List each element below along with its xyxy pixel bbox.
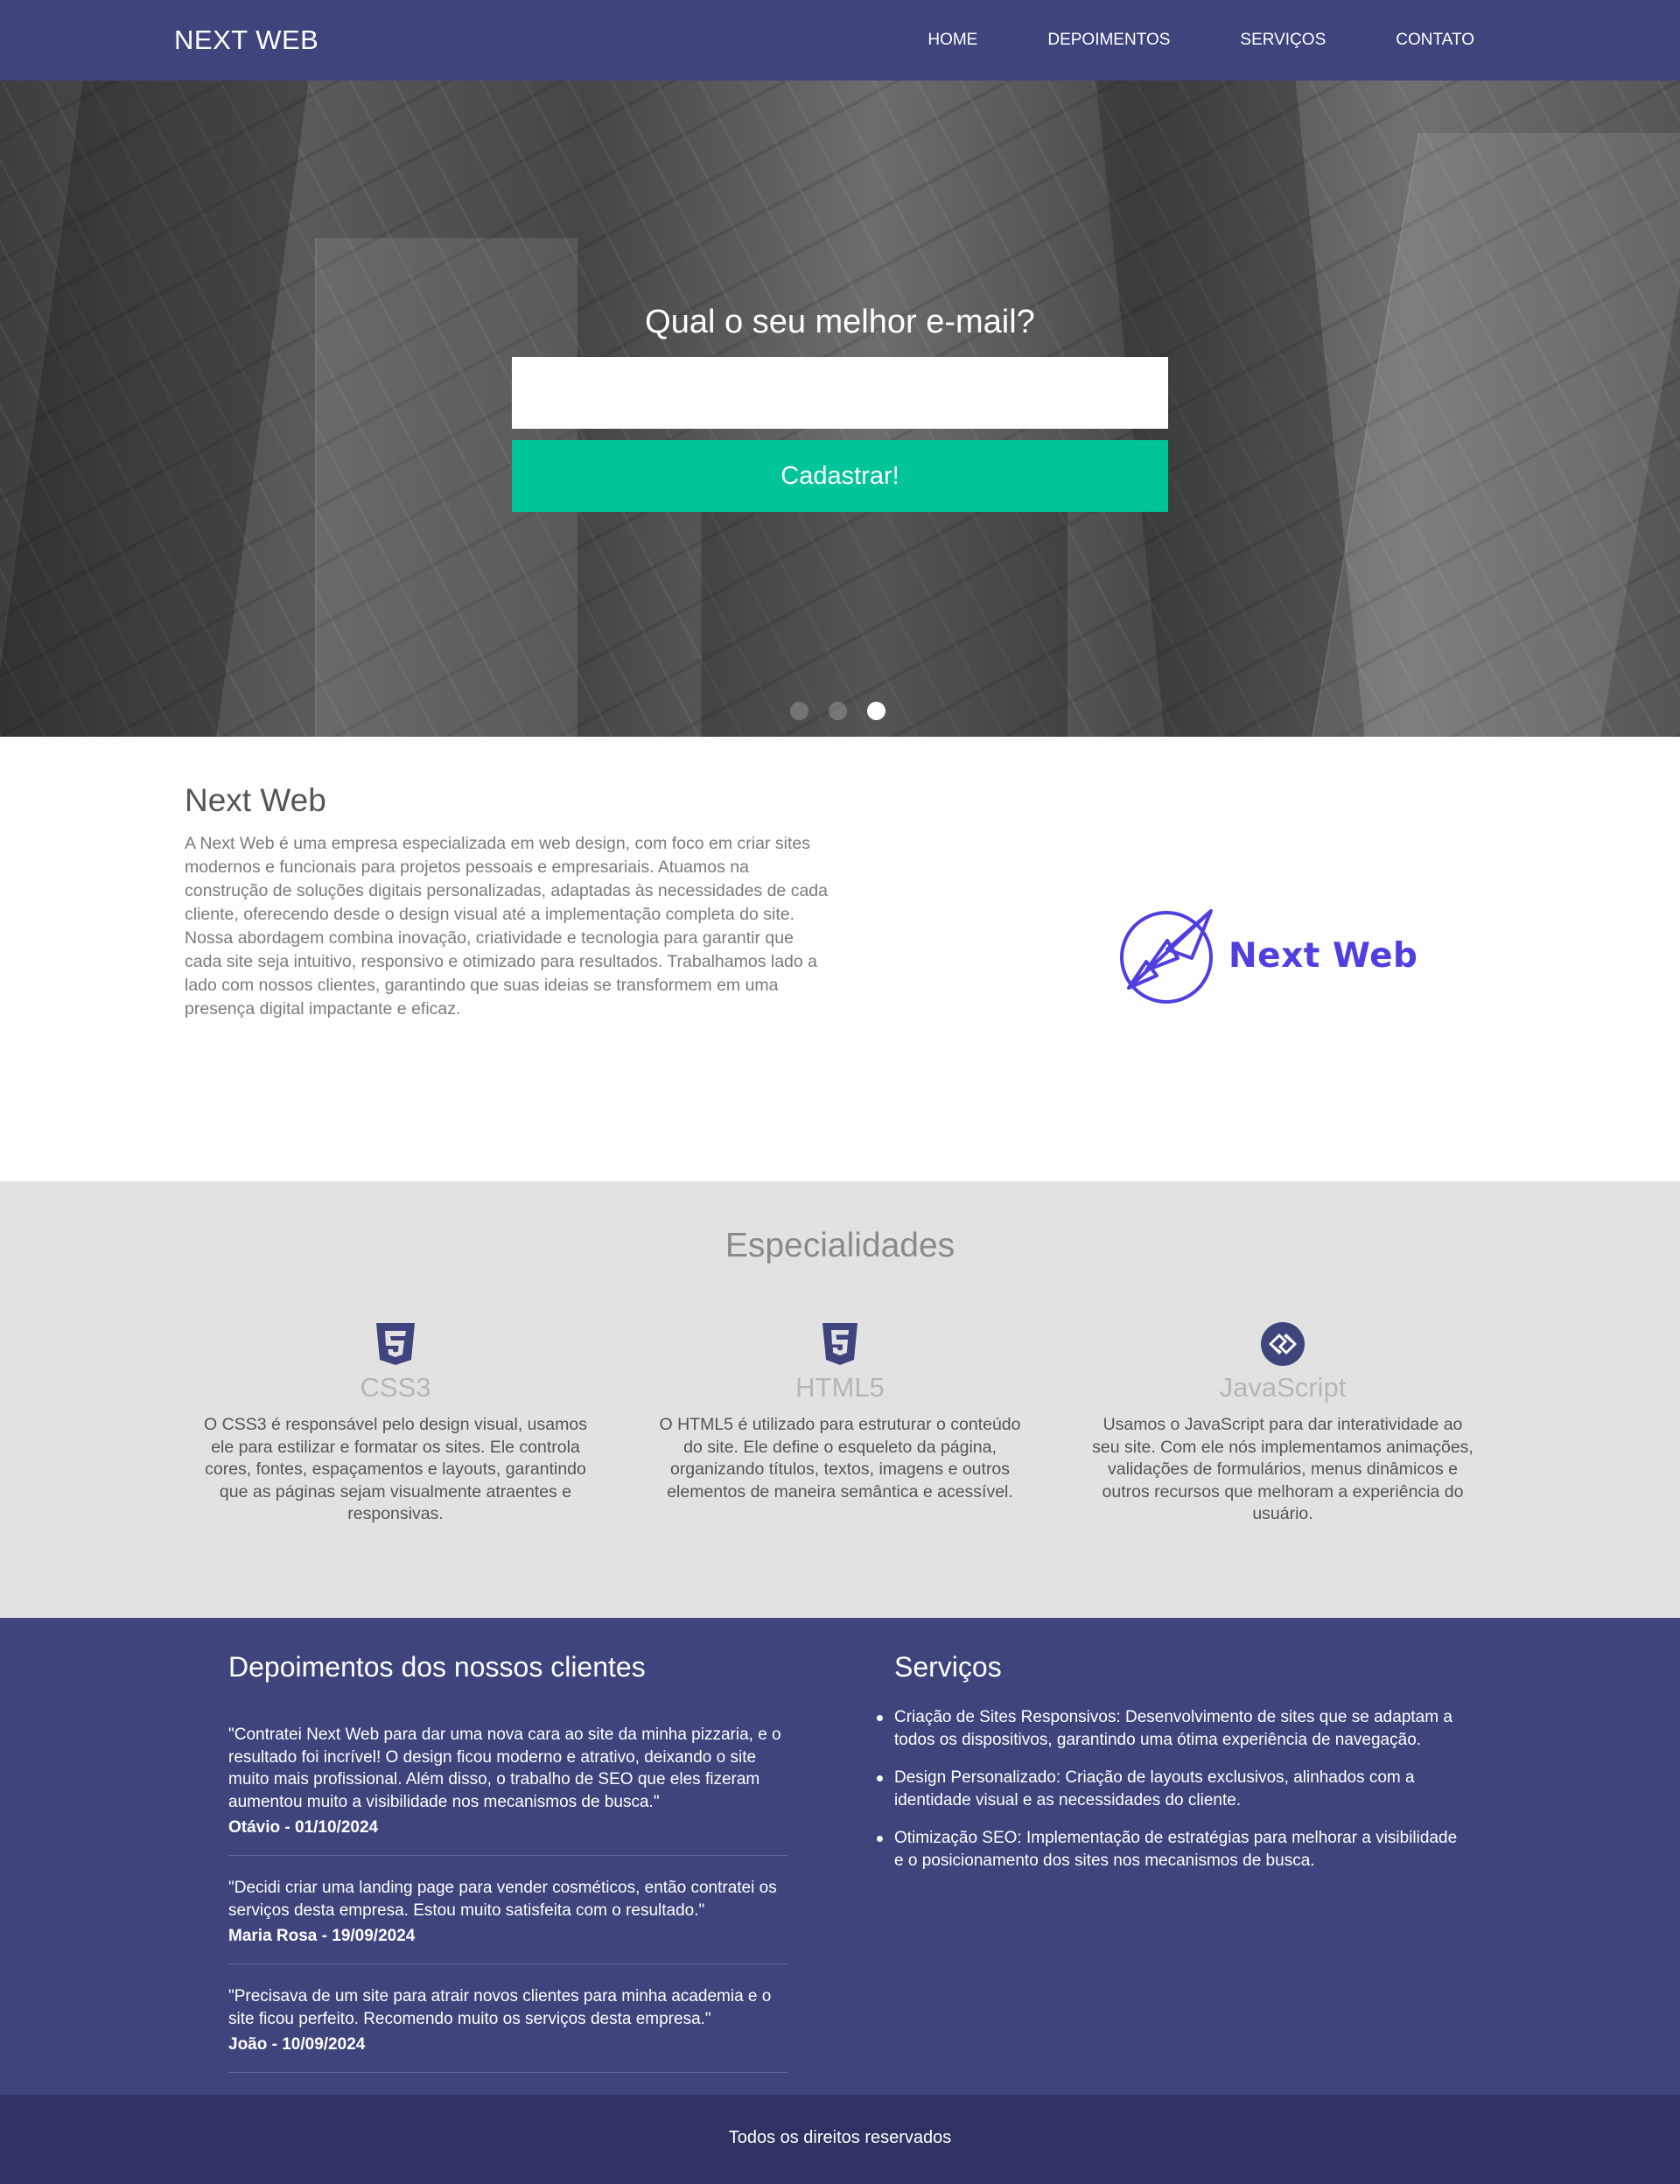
specialty-name: JavaScript	[1219, 1372, 1347, 1403]
bullet-icon	[877, 1715, 883, 1721]
navbar: NEXT WEB HOME DEPOIMENTOS SERVIÇOS CONTA…	[0, 0, 1680, 80]
testimonial-quote: "Contratei Next Web para dar uma nova ca…	[228, 1726, 781, 1811]
background-building	[0, 80, 309, 737]
testimonials-title: Depoimentos dos nossos clientes	[228, 1651, 646, 1683]
company-logo: Next Web	[1120, 907, 1418, 1004]
service-item: Design Personalizado: Criação de layouts…	[877, 1767, 1463, 1811]
css3-icon	[376, 1323, 415, 1365]
paper-arrows-logo-icon	[1120, 909, 1213, 1004]
carousel-dot-3[interactable]	[867, 702, 886, 720]
testimonial-quote: "Precisava de um site para atrair novos …	[228, 1987, 772, 2028]
specialty-card-javascript: JavaScript Usamos o JavaScript para dar …	[1090, 1321, 1475, 1526]
bullet-icon	[877, 1775, 883, 1782]
javascript-icon	[1261, 1322, 1305, 1366]
signup-title: Qual o seu melhor e-mail?	[645, 304, 1035, 340]
testimonial-author: João - 10/09/2024	[228, 2035, 366, 2054]
email-input[interactable]	[512, 357, 1168, 429]
testimonial-quote: "Decidi criar uma landing page para vend…	[228, 1879, 777, 1920]
copyright-text: Todos os direitos reservados	[728, 2128, 952, 2147]
testimonials-services-section: Depoimentos dos nossos clientes "Contrat…	[0, 1618, 1680, 2095]
testimonial-item: "Precisava de um site para atrair novos …	[228, 1964, 788, 2073]
signup-button[interactable]: Cadastrar!	[512, 440, 1168, 512]
testimonial-item: "Contratei Next Web para dar uma nova ca…	[228, 1703, 788, 1856]
specialty-name: HTML5	[795, 1372, 885, 1403]
signup-form: Qual o seu melhor e-mail? Cadastrar!	[512, 304, 1168, 512]
service-text: Criação de Sites Responsivos: Desenvolvi…	[894, 1708, 1452, 1749]
specialties-section: Especialidades CSS3 O CSS3 é responsável…	[0, 1181, 1680, 1618]
services-list: Criação de Sites Responsivos: Desenvolvi…	[877, 1706, 1463, 1872]
nav-link-servicos[interactable]: SERVIÇOS	[1240, 31, 1326, 50]
brand-logo[interactable]: NEXT WEB	[174, 24, 318, 56]
service-text: Otimização SEO: Implementação de estraté…	[894, 1829, 1458, 1870]
services-column: Serviços Criação de Sites Responsivos: D…	[877, 1651, 1463, 1887]
logo-text: Next Web	[1228, 935, 1418, 976]
about-text: A Next Web é uma empresa especializada e…	[185, 834, 828, 1018]
carousel-indicators	[790, 702, 906, 720]
services-title: Serviços	[894, 1651, 1002, 1683]
about-section: Next Web A Next Web é uma empresa especi…	[0, 737, 1680, 1181]
testimonial-author: Maria Rosa - 19/09/2024	[228, 1927, 416, 1945]
specialty-description: O CSS3 é responsável pelo design visual,…	[204, 1415, 587, 1523]
about-title: Next Web	[185, 782, 326, 818]
footer: Todos os direitos reservados	[0, 2095, 1680, 2184]
nav-link-contato[interactable]: CONTATO	[1396, 31, 1474, 50]
hero-carousel: Qual o seu melhor e-mail? Cadastrar!	[0, 80, 1680, 737]
carousel-dot-2[interactable]	[829, 702, 847, 720]
testimonial-item: "Decidi criar uma landing page para vend…	[228, 1856, 788, 1964]
bullet-icon	[877, 1836, 883, 1842]
background-building	[1312, 133, 1680, 737]
specialty-card-css3: CSS3 O CSS3 é responsável pelo design vi…	[203, 1321, 588, 1526]
testimonial-author: Otávio - 01/10/2024	[228, 1818, 379, 1837]
service-text: Design Personalizado: Criação de layouts…	[894, 1768, 1415, 1810]
carousel-dot-1[interactable]	[790, 702, 808, 720]
testimonials-column: Depoimentos dos nossos clientes "Contrat…	[228, 1651, 788, 2073]
nav-links: HOME DEPOIMENTOS SERVIÇOS CONTATO	[858, 31, 1474, 50]
specialty-name: CSS3	[360, 1372, 431, 1403]
service-item: Otimização SEO: Implementação de estraté…	[877, 1827, 1463, 1872]
specialty-description: O HTML5 é utilizado para estruturar o co…	[659, 1415, 1021, 1502]
nav-link-depoimentos[interactable]: DEPOIMENTOS	[1047, 31, 1170, 50]
nav-link-home[interactable]: HOME	[928, 31, 977, 50]
specialty-description: Usamos o JavaScript para dar interativid…	[1092, 1415, 1474, 1523]
service-item: Criação de Sites Responsivos: Desenvolvi…	[877, 1706, 1463, 1751]
specialty-card-html5: HTML5 O HTML5 é utilizado para estrutura…	[648, 1321, 1032, 1503]
specialties-title: Especialidades	[724, 1227, 956, 1264]
html5-icon	[822, 1323, 858, 1365]
